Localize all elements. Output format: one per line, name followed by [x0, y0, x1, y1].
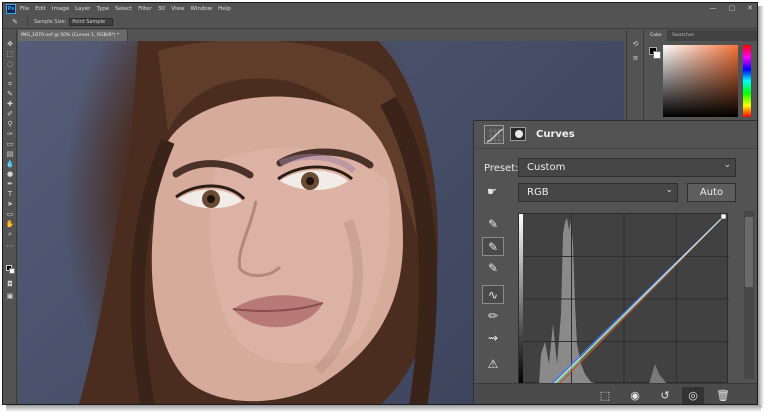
hand-tool-icon[interactable]: ✋	[5, 220, 15, 228]
move-tool-icon[interactable]: ✥	[5, 40, 15, 48]
curves-adjustment-icon[interactable]	[484, 125, 504, 144]
background-color-swatch[interactable]	[9, 268, 15, 274]
minimize-button[interactable]: —	[710, 4, 717, 12]
properties-title: Curves	[536, 129, 575, 140]
tools-panel: ✥ ⬚ ◌ ✧ ⌗ ✎ ✚ ✐ ⚲ ✑ ▭ ▤ 💧 ● ✒ T ➤ ▭ ✋ ⌕ …	[3, 30, 17, 404]
menu-layer[interactable]: Layer	[75, 6, 90, 12]
screen-mode-icon[interactable]: ▣	[5, 292, 15, 300]
marquee-tool-icon[interactable]: ⬚	[5, 50, 15, 58]
window-shadow-bottom	[6, 405, 761, 412]
properties-footer: ⬚ ◉ ↺ ◎ 🗑	[474, 383, 757, 404]
auto-button[interactable]: Auto	[687, 183, 736, 202]
dodge-tool-icon[interactable]: ●	[5, 170, 15, 178]
gray-point-eyedropper-icon[interactable]: ✎	[482, 237, 504, 256]
lasso-tool-icon[interactable]: ◌	[5, 60, 15, 68]
menu-help[interactable]: Help	[218, 6, 231, 12]
photoshop-logo: Ps	[6, 4, 16, 14]
preset-value: Custom	[527, 162, 566, 173]
gradient-tool-icon[interactable]: ▤	[5, 150, 15, 158]
menu-select[interactable]: Select	[115, 6, 132, 12]
sample-size-select[interactable]: Point Sample	[69, 17, 114, 26]
curves-graph[interactable]	[518, 213, 729, 384]
window-shadow-right	[758, 6, 764, 408]
more-tools-icon[interactable]: ⋯	[5, 242, 15, 250]
brush-tool-icon[interactable]: ✐	[5, 110, 15, 118]
toggle-visibility-button[interactable]: ◎	[682, 387, 704, 404]
tab-swatches[interactable]: Swatches	[667, 30, 699, 41]
eyedropper-tool-icon[interactable]: ✎	[5, 90, 15, 98]
tab-color[interactable]: Color	[645, 30, 667, 41]
quick-select-tool-icon[interactable]: ✧	[5, 70, 15, 78]
hue-slider[interactable]	[743, 45, 751, 117]
blur-tool-icon[interactable]: 💧	[5, 160, 15, 168]
window-controls: — ▢ ✕	[710, 4, 754, 12]
photoshop-window: Ps File Edit Image Layer Type Select Fil…	[2, 2, 758, 405]
channel-value: RGB	[527, 187, 549, 198]
menu-view[interactable]: View	[171, 6, 184, 12]
preset-select[interactable]: Custom ⌄	[518, 158, 736, 177]
clone-stamp-tool-icon[interactable]: ⚲	[5, 120, 15, 128]
menu-edit[interactable]: Edit	[35, 6, 46, 12]
clip-to-layer-button[interactable]: ⬚	[594, 387, 616, 404]
properties-scroll-thumb[interactable]	[745, 217, 753, 287]
chevron-down-icon: ⌄	[665, 185, 673, 195]
document-tab[interactable]: IMG_1670.nef @ 50% (Curves 1, RGB/8*) *	[18, 30, 128, 41]
eraser-tool-icon[interactable]: ▭	[5, 140, 15, 148]
targeted-adjustment-tool-icon[interactable]: ☛	[482, 185, 502, 201]
reset-button[interactable]: ↺	[654, 387, 676, 404]
menu-type[interactable]: Type	[96, 6, 109, 12]
menu-image[interactable]: Image	[52, 6, 69, 12]
eyedropper-icon[interactable]: ✎	[9, 18, 21, 26]
rectangle-tool-icon[interactable]: ▭	[5, 210, 15, 218]
history-brush-tool-icon[interactable]: ✑	[5, 130, 15, 138]
pen-tool-icon[interactable]: ✒	[5, 180, 15, 188]
restore-button[interactable]: ▢	[729, 4, 736, 12]
menu-window[interactable]: Window	[190, 6, 212, 12]
close-button[interactable]: ✕	[747, 4, 753, 12]
menu-file[interactable]: File	[20, 6, 29, 12]
black-point-eyedropper-icon[interactable]: ✎	[482, 215, 504, 234]
color-panel-background-swatch[interactable]	[653, 51, 661, 59]
curve-point-tool-icon[interactable]: ∿	[482, 285, 504, 304]
type-tool-icon[interactable]: T	[5, 190, 15, 198]
white-point-eyedropper-icon[interactable]: ✎	[482, 259, 504, 278]
sample-size-label: Sample Size:	[34, 18, 67, 25]
collapsed-panels-strip: ⟲ ≡	[626, 30, 644, 120]
options-bar: ✎ Sample Size: Point Sample	[3, 15, 757, 29]
zoom-tool-icon[interactable]: ⌕	[5, 230, 15, 238]
histogram	[539, 218, 599, 384]
history-icon[interactable]: ⟲	[631, 40, 640, 49]
menu-bar: Ps File Edit Image Layer Type Select Fil…	[3, 3, 757, 15]
color-panel-tabs: Color Swatches	[645, 30, 757, 41]
clipping-warning-icon[interactable]: ⚠	[482, 355, 504, 374]
view-previous-state-button[interactable]: ◉	[624, 387, 646, 404]
smooth-curve-icon[interactable]: ⇝	[482, 329, 504, 348]
quick-mask-icon[interactable]: ◘	[5, 280, 15, 288]
healing-brush-tool-icon[interactable]: ✚	[5, 100, 15, 108]
properties-header: Curves	[474, 121, 757, 149]
white-point-handle	[720, 214, 727, 220]
path-selection-tool-icon[interactable]: ➤	[5, 200, 15, 208]
channel-select[interactable]: RGB ⌄	[518, 183, 678, 202]
color-panel: Color Swatches	[645, 30, 757, 120]
chevron-down-icon: ⌄	[723, 160, 731, 170]
menu-filter[interactable]: Filter	[138, 6, 152, 12]
pencil-tool-icon[interactable]: ✏	[482, 307, 504, 326]
properties-panel: Curves Preset: Custom ⌄ ☛ RGB ⌄ Auto ✎ ✎…	[473, 120, 757, 404]
properties-icon[interactable]: ≡	[631, 54, 640, 63]
delete-adjustment-button[interactable]: 🗑	[712, 387, 734, 404]
options-divider	[27, 17, 28, 26]
color-picker-field[interactable]	[663, 45, 738, 117]
layer-mask-icon[interactable]	[510, 127, 526, 141]
rgb-curve	[553, 215, 725, 384]
crop-tool-icon[interactable]: ⌗	[5, 80, 15, 88]
preset-label: Preset:	[484, 163, 519, 174]
menu-3d[interactable]: 3D	[158, 6, 166, 12]
